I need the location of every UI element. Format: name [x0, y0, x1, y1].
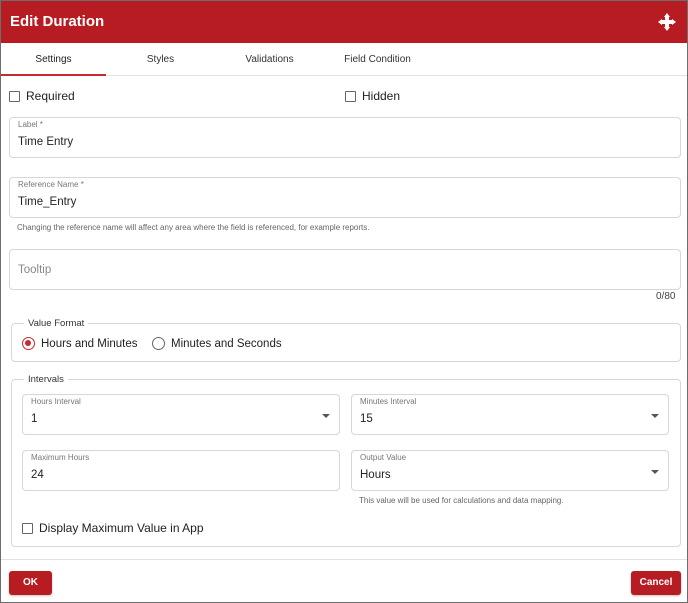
maximum-hours-field[interactable]: Maximum Hours 24: [22, 450, 340, 491]
hours-interval-value[interactable]: 1: [31, 413, 37, 425]
tab-validations[interactable]: Validations: [217, 43, 322, 76]
required-checkbox-box[interactable]: [9, 90, 20, 102]
tab-styles[interactable]: Styles: [108, 43, 213, 76]
radio-hours-and-minutes[interactable]: Hours and Minutes: [22, 337, 138, 350]
tooltip-placeholder[interactable]: Tooltip: [18, 264, 51, 276]
label-field[interactable]: Label * Time Entry: [9, 117, 681, 158]
edit-duration-dialog: Edit Duration Settings Styles Validation…: [0, 0, 688, 603]
tab-field-condition[interactable]: Field Condition: [325, 43, 430, 76]
maximum-hours-label: Maximum Hours: [31, 453, 90, 462]
display-max-label: Display Maximum Value in App: [39, 521, 204, 535]
hours-interval-select[interactable]: Hours Interval 1: [22, 394, 340, 435]
display-max-checkbox-box[interactable]: [22, 522, 33, 534]
reference-name-helper: Changing the reference name will affect …: [17, 223, 370, 232]
output-value-label: Output Value: [360, 453, 407, 462]
maximum-hours-value[interactable]: 24: [31, 469, 44, 481]
reference-name-label: Reference Name *: [18, 180, 84, 189]
tab-bar: Settings Styles Validations Field Condit…: [1, 43, 687, 76]
dialog-header: Edit Duration: [1, 1, 687, 43]
tooltip-counter: 0/80: [656, 291, 676, 302]
cancel-button[interactable]: Cancel: [631, 571, 681, 595]
radio-minutes-and-seconds[interactable]: Minutes and Seconds: [152, 337, 282, 350]
reference-name-value[interactable]: Time_Entry: [18, 196, 76, 208]
ok-button[interactable]: OK: [9, 571, 52, 595]
radio-hours-and-minutes-ring[interactable]: [22, 337, 35, 350]
radio-hours-and-minutes-label: Hours and Minutes: [41, 337, 138, 350]
minutes-interval-value[interactable]: 15: [360, 413, 373, 425]
hidden-checkbox-box[interactable]: [345, 90, 356, 102]
chevron-down-icon[interactable]: [651, 414, 659, 418]
hidden-label: Hidden: [362, 89, 401, 103]
chevron-down-icon[interactable]: [651, 470, 659, 474]
value-format-legend: Value Format: [24, 318, 89, 329]
minutes-interval-select[interactable]: Minutes Interval 15: [351, 394, 669, 435]
reference-name-field[interactable]: Reference Name * Time_Entry: [9, 177, 681, 218]
output-value-select[interactable]: Output Value Hours: [351, 450, 669, 491]
dialog-title: Edit Duration: [10, 13, 105, 30]
output-value-value[interactable]: Hours: [360, 469, 391, 481]
radio-minutes-and-seconds-ring[interactable]: [152, 337, 165, 350]
hidden-checkbox[interactable]: Hidden: [345, 89, 400, 103]
minutes-interval-label: Minutes Interval: [360, 397, 417, 406]
label-field-value[interactable]: Time Entry: [18, 136, 73, 148]
dialog-footer: OK Cancel: [1, 559, 687, 603]
required-label: Required: [26, 89, 75, 103]
tab-settings[interactable]: Settings: [1, 43, 106, 76]
hours-interval-label: Hours Interval: [31, 397, 81, 406]
radio-minutes-and-seconds-label: Minutes and Seconds: [171, 337, 282, 350]
intervals-legend: Intervals: [24, 374, 68, 385]
move-arrows-icon[interactable]: [658, 13, 676, 31]
tooltip-field[interactable]: Tooltip: [9, 249, 681, 290]
output-value-helper: This value will be used for calculations…: [359, 496, 564, 505]
required-checkbox[interactable]: Required: [9, 89, 75, 103]
display-max-checkbox[interactable]: Display Maximum Value in App: [22, 521, 204, 535]
chevron-down-icon[interactable]: [322, 414, 330, 418]
label-field-label: Label *: [18, 120, 43, 129]
